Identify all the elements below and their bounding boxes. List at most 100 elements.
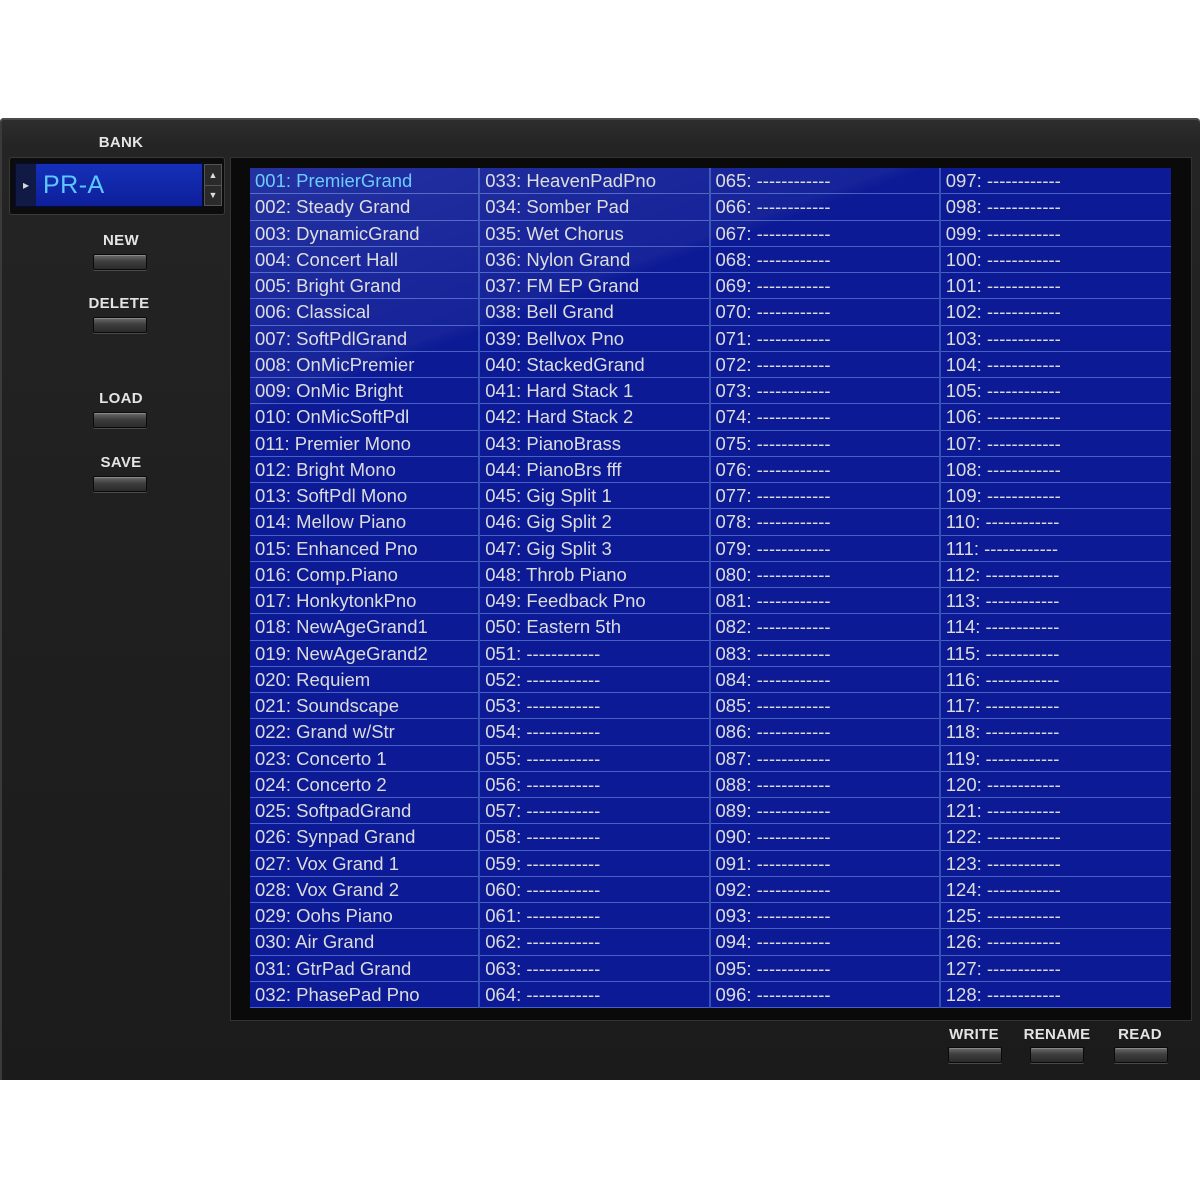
patch-row[interactable]: 120: ------------: [940, 772, 1171, 798]
patch-row[interactable]: 025: SoftpadGrand: [250, 798, 479, 825]
new-button[interactable]: [93, 254, 147, 270]
patch-row[interactable]: 011: Premier Mono: [250, 431, 479, 457]
patch-row[interactable]: 032: PhasePad Pno: [250, 982, 479, 1008]
patch-row[interactable]: 050: Eastern 5th: [480, 614, 709, 641]
patch-row[interactable]: 035: Wet Chorus: [480, 221, 709, 247]
patch-row[interactable]: 026: Synpad Grand: [250, 824, 479, 851]
patch-row[interactable]: 020: Requiem: [250, 667, 479, 693]
patch-row[interactable]: 030: Air Grand: [250, 929, 479, 956]
patch-row[interactable]: 061: ------------: [480, 903, 709, 930]
patch-row[interactable]: 071: ------------: [710, 326, 939, 352]
patch-row[interactable]: 127: ------------: [940, 956, 1171, 982]
load-button[interactable]: [93, 412, 147, 428]
patch-row[interactable]: 075: ------------: [710, 431, 939, 457]
patch-row[interactable]: 089: ------------: [710, 798, 939, 825]
patch-row[interactable]: 076: ------------: [710, 457, 939, 483]
patch-row[interactable]: 108: ------------: [940, 457, 1171, 483]
patch-row[interactable]: 086: ------------: [710, 719, 939, 746]
patch-row[interactable]: 060: ------------: [480, 877, 709, 903]
patch-row[interactable]: 016: Comp.Piano: [250, 562, 479, 588]
patch-row[interactable]: 033: HeavenPadPno: [480, 168, 709, 195]
write-button[interactable]: [948, 1047, 1002, 1063]
patch-row[interactable]: 114: ------------: [940, 614, 1171, 641]
patch-row[interactable]: 009: OnMic Bright: [250, 378, 479, 405]
patch-row[interactable]: 047: Gig Split 3: [480, 536, 709, 562]
patch-row[interactable]: 007: SoftPdlGrand: [250, 326, 479, 352]
patch-row[interactable]: 068: ------------: [710, 247, 939, 273]
patch-row[interactable]: 093: ------------: [710, 903, 939, 930]
patch-row[interactable]: 109: ------------: [940, 483, 1171, 510]
patch-row[interactable]: 104: ------------: [940, 352, 1171, 378]
patch-row[interactable]: 072: ------------: [710, 352, 939, 378]
patch-row[interactable]: 046: Gig Split 2: [480, 509, 709, 536]
delete-button[interactable]: [93, 317, 147, 333]
patch-row[interactable]: 012: Bright Mono: [250, 457, 479, 483]
patch-row[interactable]: 094: ------------: [710, 929, 939, 956]
patch-row[interactable]: 063: ------------: [480, 956, 709, 982]
save-button[interactable]: [93, 476, 147, 492]
patch-row[interactable]: 036: Nylon Grand: [480, 247, 709, 273]
rename-button[interactable]: [1030, 1047, 1084, 1063]
patch-row[interactable]: 022: Grand w/Str: [250, 719, 479, 746]
patch-row[interactable]: 083: ------------: [710, 641, 939, 667]
patch-row[interactable]: 014: Mellow Piano: [250, 509, 479, 536]
patch-row[interactable]: 052: ------------: [480, 667, 709, 693]
patch-row[interactable]: 124: ------------: [940, 877, 1171, 903]
patch-row[interactable]: 019: NewAgeGrand2: [250, 641, 479, 667]
patch-row[interactable]: 118: ------------: [940, 719, 1171, 746]
patch-row[interactable]: 100: ------------: [940, 247, 1171, 273]
patch-row[interactable]: 087: ------------: [710, 746, 939, 772]
patch-row[interactable]: 098: ------------: [940, 194, 1171, 221]
patch-row[interactable]: 058: ------------: [480, 824, 709, 851]
patch-row[interactable]: 028: Vox Grand 2: [250, 877, 479, 903]
spin-down-icon[interactable]: ▼: [205, 186, 221, 206]
patch-row[interactable]: 037: FM EP Grand: [480, 273, 709, 300]
patch-row[interactable]: 117: ------------: [940, 693, 1171, 720]
patch-row[interactable]: 024: Concerto 2: [250, 772, 479, 798]
patch-row[interactable]: 040: StackedGrand: [480, 352, 709, 378]
patch-row[interactable]: 082: ------------: [710, 614, 939, 641]
patch-row[interactable]: 078: ------------: [710, 509, 939, 536]
patch-row[interactable]: 107: ------------: [940, 431, 1171, 457]
patch-row[interactable]: 021: Soundscape: [250, 693, 479, 720]
read-button[interactable]: [1114, 1047, 1168, 1063]
patch-row[interactable]: 039: Bellvox Pno: [480, 326, 709, 352]
patch-row[interactable]: 121: ------------: [940, 798, 1171, 825]
patch-row[interactable]: 027: Vox Grand 1: [250, 851, 479, 877]
patch-row[interactable]: 096: ------------: [710, 982, 939, 1008]
patch-row[interactable]: 125: ------------: [940, 903, 1171, 930]
bank-display[interactable]: ▸ PR-A: [15, 163, 203, 207]
patch-row[interactable]: 128: ------------: [940, 982, 1171, 1008]
patch-row[interactable]: 113: ------------: [940, 588, 1171, 615]
patch-row[interactable]: 059: ------------: [480, 851, 709, 877]
patch-row[interactable]: 006: Classical: [250, 299, 479, 326]
patch-row[interactable]: 054: ------------: [480, 719, 709, 746]
patch-row[interactable]: 073: ------------: [710, 378, 939, 405]
patch-row[interactable]: 105: ------------: [940, 378, 1171, 405]
spin-up-icon[interactable]: ▲: [205, 165, 221, 186]
patch-row[interactable]: 123: ------------: [940, 851, 1171, 877]
patch-row[interactable]: 038: Bell Grand: [480, 299, 709, 326]
patch-row[interactable]: 103: ------------: [940, 326, 1171, 352]
patch-row[interactable]: 018: NewAgeGrand1: [250, 614, 479, 641]
patch-row[interactable]: 110: ------------: [940, 509, 1171, 536]
patch-row[interactable]: 116: ------------: [940, 667, 1171, 693]
patch-row[interactable]: 056: ------------: [480, 772, 709, 798]
patch-row[interactable]: 069: ------------: [710, 273, 939, 300]
patch-row[interactable]: 017: HonkytonkPno: [250, 588, 479, 615]
patch-row[interactable]: 088: ------------: [710, 772, 939, 798]
patch-row[interactable]: 081: ------------: [710, 588, 939, 615]
patch-row[interactable]: 115: ------------: [940, 641, 1171, 667]
patch-row[interactable]: 001: PremierGrand: [250, 168, 479, 195]
patch-row[interactable]: 042: Hard Stack 2: [480, 404, 709, 431]
patch-row[interactable]: 099: ------------: [940, 221, 1171, 247]
patch-row[interactable]: 084: ------------: [710, 667, 939, 693]
patch-row[interactable]: 070: ------------: [710, 299, 939, 326]
patch-row[interactable]: 097: ------------: [940, 168, 1171, 195]
patch-row[interactable]: 064: ------------: [480, 982, 709, 1008]
patch-row[interactable]: 085: ------------: [710, 693, 939, 720]
patch-row[interactable]: 055: ------------: [480, 746, 709, 772]
patch-row[interactable]: 008: OnMicPremier: [250, 352, 479, 378]
patch-row[interactable]: 031: GtrPad Grand: [250, 956, 479, 982]
patch-row[interactable]: 003: DynamicGrand: [250, 221, 479, 247]
